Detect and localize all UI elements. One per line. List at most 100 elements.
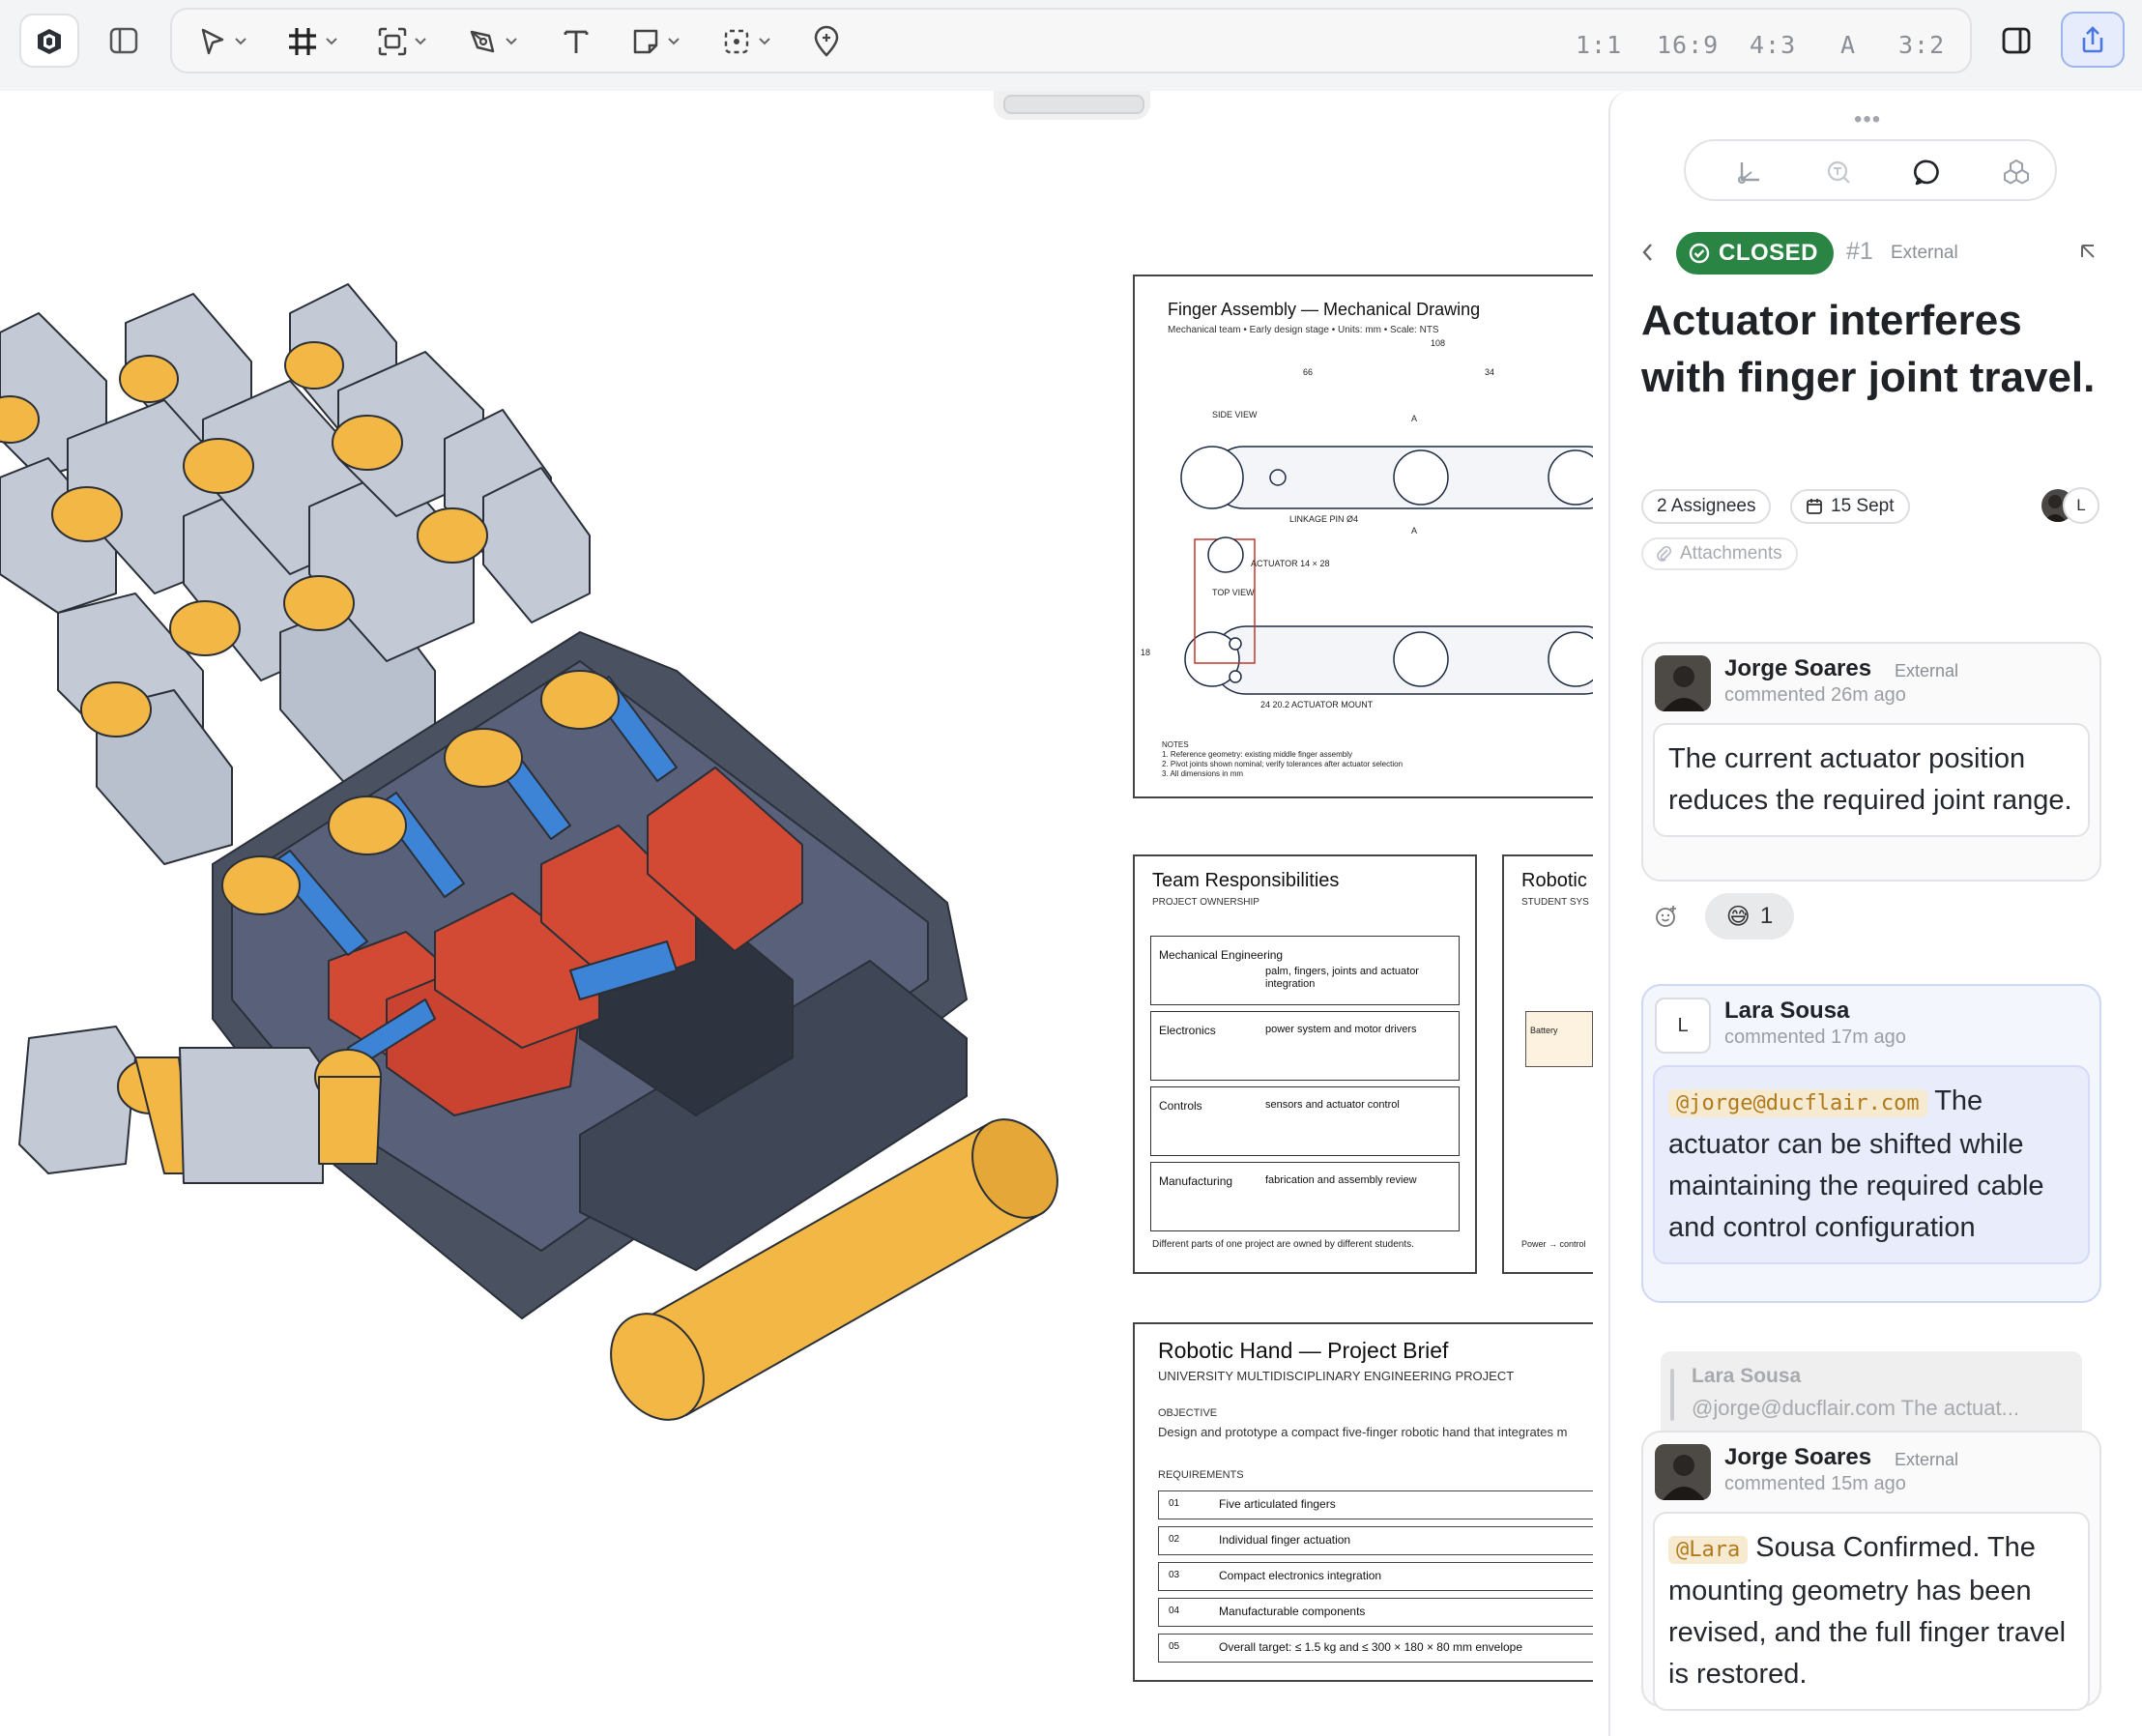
responsibility-name: Mechanical Engineering — [1159, 948, 1284, 962]
robotic-footer: Power → control — [1521, 1239, 1586, 1249]
brief-title: Robotic Hand — Project Brief — [1158, 1338, 1449, 1363]
ratio-a[interactable]: A — [1840, 31, 1856, 59]
requirement-number: 04 — [1169, 1606, 1180, 1616]
add-reaction-button[interactable] — [1655, 905, 1678, 933]
panel-toggle-button[interactable] — [1995, 14, 2038, 68]
chevron-down-icon — [759, 38, 770, 45]
chevron-left-icon — [1642, 244, 1652, 261]
share-button[interactable] — [2061, 12, 2125, 68]
axis-icon — [1738, 162, 1759, 184]
robotic-title: Robotic I — [1521, 870, 1593, 891]
requirement-number: 02 — [1169, 1534, 1180, 1545]
requirement-text: Manufacturable components — [1219, 1605, 1366, 1618]
user-photo-icon — [1655, 1444, 1711, 1500]
collapse-button[interactable] — [2078, 242, 2098, 266]
team-responsibilities-sheet[interactable]: Team Responsibilities PROJECT OWNERSHIP … — [1133, 854, 1477, 1274]
pen-tool[interactable] — [468, 21, 518, 62]
design-canvas[interactable]: Finger Assembly — Mechanical Drawing Mec… — [0, 91, 1593, 1736]
mention-tag[interactable]: @Lara — [1668, 1536, 1749, 1564]
due-date-chip[interactable]: 15 Sept — [1790, 489, 1910, 524]
responsibility-name: Electronics — [1159, 1024, 1216, 1037]
responsibility-desc: fabrication and assembly review — [1265, 1174, 1417, 1186]
transform-tool[interactable] — [721, 21, 771, 62]
robotic-system-sheet[interactable]: Robotic I STUDENT SYS Battery Power → co… — [1502, 854, 1593, 1274]
note-item: 2. Pivot joints shown nominal; verify to… — [1162, 760, 1404, 768]
pin-tool[interactable] — [812, 21, 841, 62]
actuator-label: ACTUATOR 14 × 28 — [1251, 559, 1330, 568]
chevron-down-icon — [506, 38, 517, 45]
quote-bar — [1670, 1369, 1674, 1421]
comment-card: Jorge Soares External commented 15m ago … — [1641, 1431, 2101, 1711]
comment-time: commented 26m ago — [1724, 684, 1906, 706]
requirement-row: 03 Compact electronics integration — [1158, 1562, 1593, 1591]
back-button[interactable] — [1639, 240, 1657, 270]
status-label: CLOSED — [1719, 240, 1819, 266]
mount-label: 24 20.2 ACTUATOR MOUNT — [1260, 700, 1374, 709]
mechanical-drawing-sheet[interactable]: Finger Assembly — Mechanical Drawing Mec… — [1133, 275, 1593, 798]
tab-components[interactable] — [1997, 153, 2036, 191]
notes-heading: NOTES — [1162, 740, 1189, 749]
brief-subtitle: UNIVERSITY MULTIDISCIPLINARY ENGINEERING… — [1158, 1369, 1515, 1383]
responsibility-desc: palm, fingers, joints and actuator integ… — [1265, 966, 1419, 990]
reaction-emoji: 😅 — [1725, 903, 1751, 930]
tab-measure[interactable] — [1730, 153, 1769, 191]
reaction-pill[interactable]: 😅 1 — [1705, 893, 1794, 940]
add-emoji-icon — [1656, 906, 1676, 927]
chevron-down-icon — [235, 38, 246, 45]
share-icon — [2082, 26, 2103, 53]
viewport-tool[interactable] — [377, 21, 427, 62]
robotic-hand-model[interactable] — [0, 91, 1121, 1444]
tab-text-search[interactable] — [1819, 153, 1858, 191]
comment-time: commented 17m ago — [1724, 1027, 1906, 1048]
comment-card: Jorge Soares External commented 26m ago … — [1641, 642, 2101, 882]
comment-author: Jorge Soares — [1724, 655, 1872, 681]
responsibility-name: Controls — [1159, 1099, 1202, 1113]
avatar — [1655, 1444, 1711, 1500]
assignee-avatars[interactable]: L — [2040, 487, 2107, 526]
tab-comments[interactable] — [1908, 153, 1947, 191]
comment-body: @Lara Sousa Confirmed. The mounting geom… — [1653, 1512, 2090, 1711]
frame-tool[interactable] — [286, 21, 338, 62]
select-tool[interactable] — [197, 21, 247, 62]
responsibility-name: Manufacturing — [1159, 1174, 1233, 1188]
sidebar-icon — [109, 27, 138, 54]
requirement-text: Five articulated fingers — [1219, 1497, 1336, 1511]
comment-author: Lara Sousa — [1724, 998, 1850, 1024]
attachments-label: Attachments — [1680, 543, 1782, 564]
battery-label: Battery — [1530, 1026, 1558, 1035]
text-tool[interactable] — [561, 21, 592, 62]
requirement-row: 05 Overall target: ≤ 1.5 kg and ≤ 300 × … — [1158, 1634, 1593, 1663]
map-pin-icon — [814, 25, 839, 57]
due-date-label: 15 Sept — [1831, 496, 1895, 516]
responsibility-desc: sensors and actuator control — [1265, 1099, 1400, 1111]
ratio-1-1[interactable]: 1:1 — [1576, 31, 1622, 59]
top-toolbar: 1:1 16:9 4:3 A 3:2 — [0, 0, 2142, 91]
tool-group: 1:1 16:9 4:3 A 3:2 — [170, 8, 1972, 73]
assignees-chip[interactable]: 2 Assignees — [1641, 489, 1772, 524]
text-search-icon — [1827, 160, 1850, 184]
responsibility-row: Electronics power system and motor drive… — [1150, 1011, 1460, 1081]
team-footer: Different parts of one project are owned… — [1152, 1239, 1414, 1250]
requirement-text: Compact electronics integration — [1219, 1569, 1382, 1582]
shape-tool[interactable] — [630, 21, 680, 62]
project-brief-sheet[interactable]: Robotic Hand — Project Brief UNIVERSITY … — [1133, 1322, 1593, 1682]
responsibility-row: Manufacturing fabrication and assembly r… — [1150, 1162, 1460, 1231]
team-title: Team Responsibilities — [1152, 870, 1340, 891]
author-tag: External — [1895, 1450, 1959, 1469]
ratio-4-3[interactable]: 4:3 — [1750, 31, 1796, 59]
chevron-down-icon — [326, 38, 337, 45]
app-logo-icon — [38, 29, 61, 54]
ratio-3-2[interactable]: 3:2 — [1898, 31, 1945, 59]
issue-title: Actuator interferes with finger joint tr… — [1641, 297, 2096, 401]
ratio-16-9[interactable]: 16:9 — [1657, 31, 1719, 59]
app-logo-button[interactable] — [19, 14, 79, 68]
attachments-chip[interactable]: Attachments — [1641, 537, 1798, 570]
mention-tag[interactable]: @jorge@ducflair.com — [1668, 1089, 1927, 1117]
requirement-text: Individual finger actuation — [1219, 1533, 1351, 1547]
dashed-transform-icon — [724, 29, 749, 54]
reaction-count: 1 — [1759, 903, 1774, 929]
sidebar-toggle-button[interactable] — [102, 14, 145, 68]
top-view-label: TOP VIEW — [1212, 588, 1255, 597]
drag-handle-dots-icon[interactable]: ••• — [1854, 106, 1881, 133]
paperclip-icon — [1657, 545, 1672, 562]
